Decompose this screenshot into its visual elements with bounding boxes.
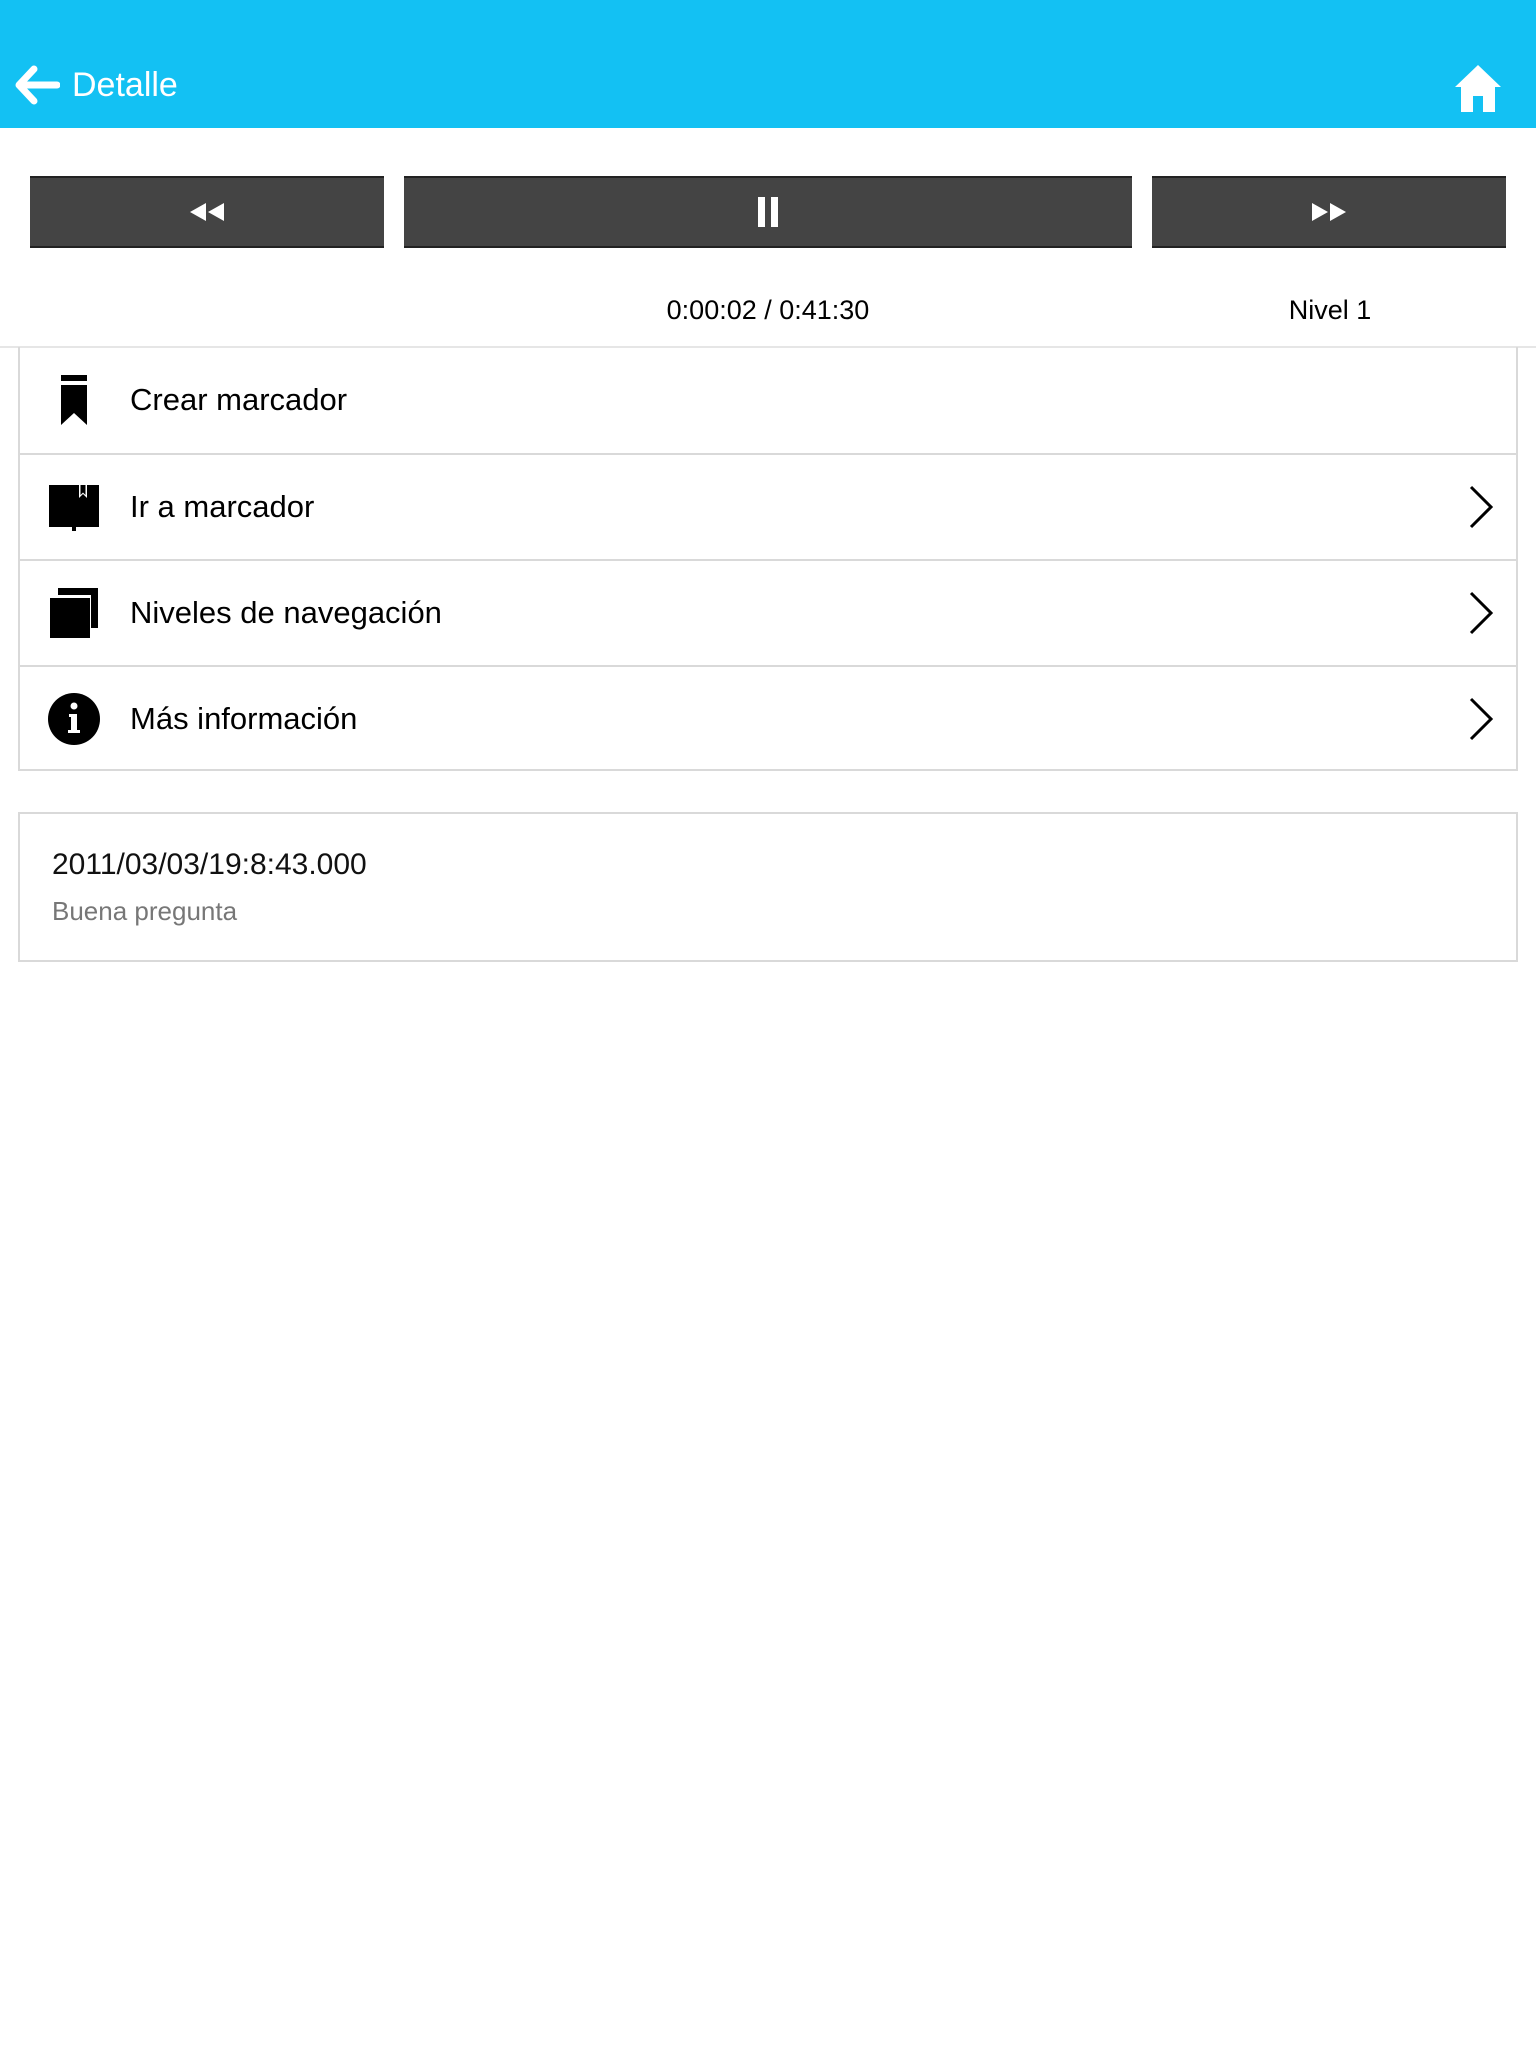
book-bookmark-icon xyxy=(46,479,102,535)
home-icon xyxy=(1455,65,1501,112)
player-controls xyxy=(0,176,1536,248)
fast-forward-button[interactable] xyxy=(1152,176,1506,248)
arrow-left-icon xyxy=(15,65,60,105)
menu-item-more-info[interactable]: Más información xyxy=(20,665,1516,771)
menu-item-go-to-bookmark[interactable]: Ir a marcador xyxy=(20,453,1516,559)
layers-icon xyxy=(46,585,102,641)
top-bar: Detalle xyxy=(0,0,1536,128)
rewind-button[interactable] xyxy=(30,176,384,248)
fast-forward-icon xyxy=(1312,203,1346,221)
note-text: Buena pregunta xyxy=(52,896,238,926)
chevron-right-icon xyxy=(1469,697,1494,741)
player-status: 0:00:02 / 0:41:30 Nivel 1 xyxy=(0,290,1536,330)
navigation-level: Nivel 1 xyxy=(1288,295,1372,325)
back-label: Detalle xyxy=(72,66,178,104)
options-menu: Crear marcador Ir a marcador Niveles de … xyxy=(18,347,1518,771)
bookmark-note-card[interactable]: 2011/03/03/19:8:43.000 Buena pregunta xyxy=(18,812,1518,962)
chevron-right-icon xyxy=(1469,485,1494,529)
rewind-icon xyxy=(190,203,224,221)
menu-item-label: Ir a marcador xyxy=(130,489,315,524)
menu-item-label: Niveles de navegación xyxy=(130,595,442,630)
pause-icon xyxy=(758,197,778,227)
back-button[interactable]: Detalle xyxy=(14,60,178,110)
bookmark-icon xyxy=(46,372,102,428)
menu-item-label: Más información xyxy=(130,701,358,736)
chevron-right-icon xyxy=(1469,591,1494,635)
note-date: 2011/03/03/19:8:43.000 xyxy=(52,848,367,881)
info-icon xyxy=(46,691,102,747)
home-button[interactable] xyxy=(1453,62,1503,114)
playback-time: 0:00:02 / 0:41:30 xyxy=(666,295,870,325)
menu-item-create-bookmark[interactable]: Crear marcador xyxy=(20,347,1516,453)
pause-button[interactable] xyxy=(404,176,1132,248)
menu-item-label: Crear marcador xyxy=(130,382,348,417)
menu-item-navigation-levels[interactable]: Niveles de navegación xyxy=(20,559,1516,665)
